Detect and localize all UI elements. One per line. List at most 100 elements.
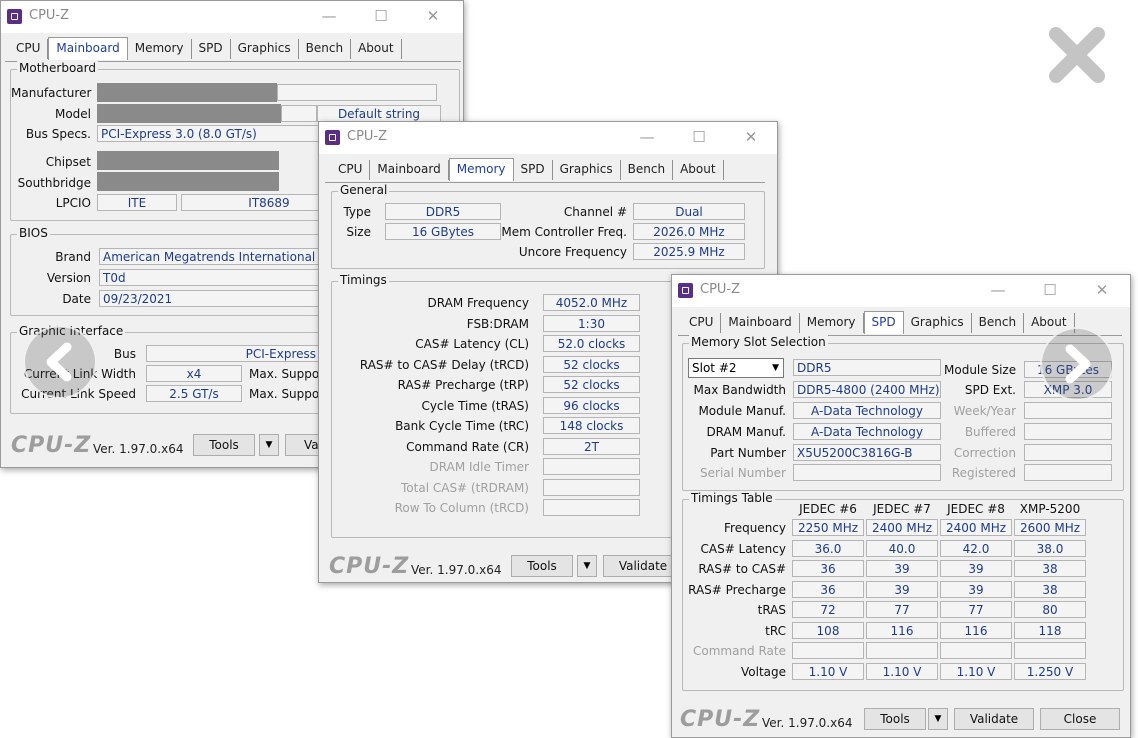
tab-bench[interactable]: Bench <box>299 39 352 59</box>
timings-cell: 42.0 <box>940 540 1012 557</box>
maximize-icon[interactable]: ☐ <box>1040 281 1060 299</box>
tools-button[interactable]: Tools <box>511 555 573 577</box>
timing-label: Row To Column (tRCD) <box>394 501 529 515</box>
tab-cpu[interactable]: CPU <box>331 160 371 180</box>
timings-cell: 77 <box>940 601 1012 618</box>
gi-bus-field: PCI-Express <box>146 345 320 362</box>
timings-cell: 39 <box>940 560 1012 577</box>
tab-graphics[interactable]: Graphics <box>231 39 299 59</box>
tools-dropdown-button[interactable]: ▼ <box>928 708 948 730</box>
validate-button[interactable]: Validate <box>954 708 1034 730</box>
buffered-label: Buffered <box>964 425 1016 439</box>
tab-mainboard[interactable]: Mainboard <box>48 37 128 60</box>
bios-date-label: Date <box>62 292 91 306</box>
close-icon[interactable]: ✕ <box>741 128 761 146</box>
timings-cell: 1.10 V <box>940 663 1012 680</box>
registered-field <box>1024 464 1112 481</box>
mem-controller-freq-label: Mem Controller Freq. <box>501 225 627 239</box>
tab-memory[interactable]: Memory <box>800 313 864 333</box>
close-overlay-button[interactable] <box>1046 24 1108 86</box>
tab-memory[interactable]: Memory <box>128 39 192 59</box>
timing-label: Bank Cycle Time (tRC) <box>395 419 529 433</box>
close-button[interactable]: Close <box>1040 708 1120 730</box>
chipset-label: Chipset <box>45 155 91 169</box>
tab-cpu[interactable]: CPU <box>9 39 49 59</box>
spd-ext-label: SPD Ext. <box>964 383 1016 397</box>
memory-slot-legend: Memory Slot Selection <box>689 335 828 349</box>
timings-legend: Timings <box>338 273 389 287</box>
tab-memory[interactable]: Memory <box>448 158 514 181</box>
southbridge-label: Southbridge <box>17 176 91 190</box>
timings-cell: 72 <box>792 601 864 618</box>
back-arrow-overlay[interactable] <box>23 325 97 399</box>
model-field <box>281 105 317 122</box>
timing-value: 1:30 <box>543 315 640 332</box>
timings-cell: 36.0 <box>792 540 864 557</box>
bios-date-field: 09/23/2021 <box>99 290 339 307</box>
lpcio-vendor-field: ITE <box>97 194 177 211</box>
uncore-freq-label: Uncore Frequency <box>518 245 627 259</box>
timings-cell: 38.0 <box>1014 540 1086 557</box>
tab-cpu[interactable]: CPU <box>682 313 722 333</box>
timing-value: 148 clocks <box>543 417 640 434</box>
link-width-field: x4 <box>146 365 242 382</box>
title-bar[interactable]: CPU-Z — ☐ ✕ <box>319 122 777 154</box>
tab-spd[interactable]: SPD <box>514 160 553 180</box>
timings-row-label: Command Rate <box>692 644 786 658</box>
timings-table-legend: Timings Table <box>689 491 775 505</box>
timings-row-label: CAS# Latency <box>700 542 786 556</box>
tab-mainboard[interactable]: Mainboard <box>721 313 800 333</box>
registered-label: Registered <box>951 466 1016 480</box>
timings-cell: 118 <box>1014 622 1086 639</box>
tab-spd[interactable]: SPD <box>192 39 231 59</box>
tools-button[interactable]: Tools <box>193 434 255 456</box>
tab-mainboard[interactable]: Mainboard <box>370 160 449 180</box>
timings-cell: 116 <box>940 622 1012 639</box>
tab-about[interactable]: About <box>673 160 724 180</box>
week-year-field <box>1024 402 1112 419</box>
timings-cell: 38 <box>1014 581 1086 598</box>
timing-label: Command Rate (CR) <box>406 440 529 454</box>
tab-bench[interactable]: Bench <box>621 160 674 180</box>
maximize-icon[interactable]: ☐ <box>371 7 391 25</box>
maximize-icon[interactable]: ☐ <box>689 128 709 146</box>
tools-dropdown-button[interactable]: ▼ <box>259 434 279 456</box>
tab-about[interactable]: About <box>351 39 402 59</box>
window-title: CPU-Z <box>700 282 741 297</box>
slot-select[interactable]: Slot #2 ▼ <box>688 358 784 378</box>
window-title: CPU-Z <box>347 129 388 144</box>
version-label: Ver. 1.97.0.x64 <box>411 563 502 577</box>
timing-value: 2T <box>543 438 640 455</box>
timings-row-label: RAS# to CAS# <box>698 562 786 576</box>
timings-cell: 39 <box>940 581 1012 598</box>
tools-button[interactable]: Tools <box>864 708 926 730</box>
forward-arrow-overlay[interactable] <box>1040 327 1114 401</box>
timing-label: DRAM Frequency <box>427 296 529 310</box>
timings-column-header: JEDEC #6 <box>799 502 857 516</box>
model-extra-field: Default string <box>317 105 441 122</box>
minimize-icon[interactable]: — <box>637 128 657 146</box>
tab-bench[interactable]: Bench <box>972 313 1025 333</box>
chevron-down-icon: ▼ <box>772 363 779 373</box>
close-icon[interactable]: ✕ <box>423 7 443 25</box>
minimize-icon[interactable]: — <box>988 281 1008 299</box>
tools-dropdown-button[interactable]: ▼ <box>577 555 597 577</box>
timings-cell <box>940 642 1012 659</box>
minimize-icon[interactable]: — <box>319 7 339 25</box>
cpuz-app-icon <box>325 130 340 145</box>
timing-label: Total CAS# (tRDRAM) <box>401 481 529 495</box>
title-bar[interactable]: CPU-Z — ☐ ✕ <box>1 1 463 33</box>
size-field: 16 GBytes <box>385 223 501 240</box>
timings-cell: 1.10 V <box>792 663 864 680</box>
tab-spd[interactable]: SPD <box>863 311 904 334</box>
timing-label: CAS# Latency (CL) <box>415 337 529 351</box>
timing-value <box>543 458 640 475</box>
tab-graphics[interactable]: Graphics <box>904 313 972 333</box>
timing-label: DRAM Idle Timer <box>429 460 529 474</box>
close-icon[interactable]: ✕ <box>1092 281 1112 299</box>
timings-cell: 2250 MHz <box>792 519 864 536</box>
title-bar[interactable]: CPU-Z — ☐ ✕ <box>672 275 1130 307</box>
cpuz-brand-logo: CPU-Z <box>11 433 92 458</box>
tab-graphics[interactable]: Graphics <box>553 160 621 180</box>
week-year-label: Week/Year <box>953 404 1016 418</box>
